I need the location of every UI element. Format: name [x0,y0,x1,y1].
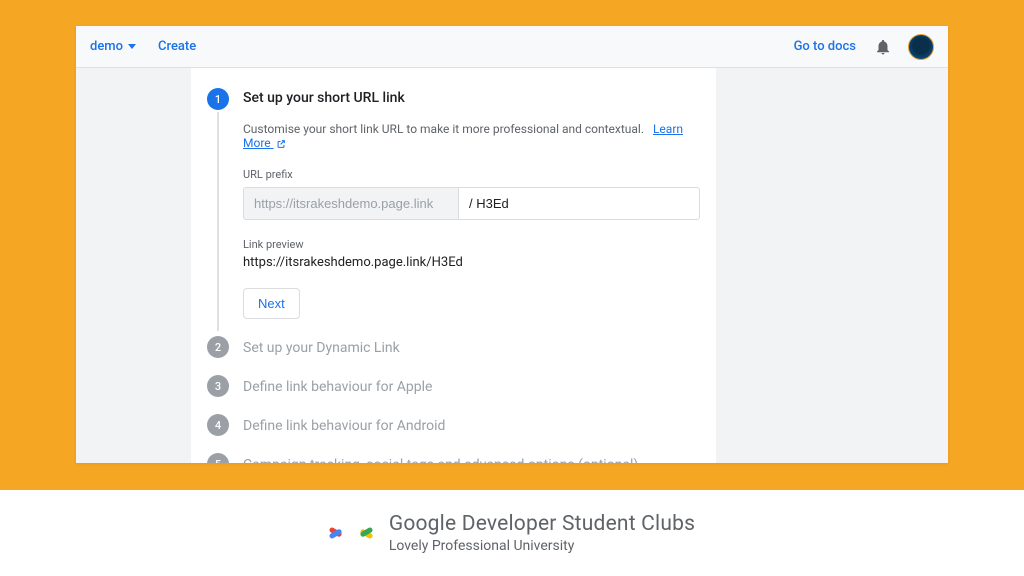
step-3-row[interactable]: 3 Define link behaviour for Apple [207,375,700,397]
topbar: demo Create Go to docs [76,26,948,68]
url-row [243,187,700,220]
url-suffix-input[interactable] [458,187,700,220]
step-5-row[interactable]: 5 Campaign tracking, social tags and adv… [207,453,700,463]
step-1-row: 1 Set up your short URL link Customise y… [207,88,700,319]
right-gutter [716,68,948,463]
create-link[interactable]: Create [158,39,196,54]
footer: Google Developer Student Clubs Lovely Pr… [0,490,1024,576]
wizard-card: 1 Set up your short URL link Customise y… [191,68,716,463]
wizard-steps: 1 Set up your short URL link Customise y… [207,88,700,463]
go-to-docs-link[interactable]: Go to docs [794,39,856,54]
step-5-title: Campaign tracking, social tags and advan… [243,455,638,463]
user-avatar[interactable] [908,34,934,60]
link-preview-value: https://itsrakeshdemo.page.link/H3Ed [243,255,700,270]
project-selector[interactable]: demo [90,39,136,54]
step-4-badge: 4 [207,414,229,436]
step-3-badge: 3 [207,375,229,397]
app-window: demo Create Go to docs 1 Se [76,26,948,463]
url-prefix-label: URL prefix [243,168,700,181]
left-gutter [76,68,191,463]
next-button[interactable]: Next [243,288,300,319]
footer-text: Google Developer Student Clubs Lovely Pr… [389,512,695,554]
footer-subtitle: Lovely Professional University [389,538,695,554]
step-connector [217,112,219,331]
step-4-title: Define link behaviour for Android [243,416,445,434]
step-1-desc-text: Customise your short link URL to make it… [243,122,644,136]
step-4-row[interactable]: 4 Define link behaviour for Android [207,414,700,436]
notifications-icon[interactable] [874,38,892,56]
step-2-badge: 2 [207,336,229,358]
external-link-icon [276,139,286,149]
gdsc-logo-icon [329,518,373,548]
step-1-description: Customise your short link URL to make it… [243,122,700,150]
url-prefix-input [243,187,458,220]
step-1-badge: 1 [207,88,229,110]
step-3-title: Define link behaviour for Apple [243,377,432,395]
step-2-row[interactable]: 2 Set up your Dynamic Link [207,336,700,358]
topbar-left: demo Create [90,39,196,54]
body-area: 1 Set up your short URL link Customise y… [76,68,948,463]
step-1-title: Set up your short URL link [243,88,700,106]
link-preview-label: Link preview [243,238,700,251]
page-background: demo Create Go to docs 1 Se [0,0,1024,490]
chevron-down-icon [128,44,136,49]
footer-title: Google Developer Student Clubs [389,512,695,536]
step-5-badge: 5 [207,453,229,463]
step-2-title: Set up your Dynamic Link [243,338,400,356]
project-name: demo [90,39,123,54]
